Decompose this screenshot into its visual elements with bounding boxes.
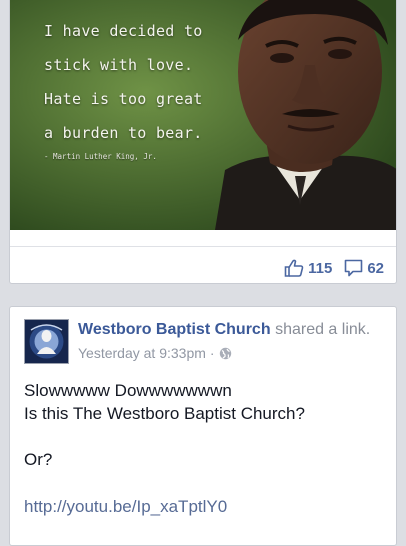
globe-icon — [219, 347, 231, 359]
like-count: 115 — [308, 259, 333, 277]
divider — [10, 246, 396, 247]
like-count-button[interactable]: 115 — [284, 259, 332, 277]
meta-separator: · — [209, 345, 215, 361]
comment-bubble-icon — [345, 259, 363, 277]
post-timestamp[interactable]: Yesterday at 9:33pm — [78, 345, 206, 361]
post-body-line: Slowwwww Dowwwwwwwn — [24, 381, 232, 400]
comment-count-button[interactable]: 62 — [344, 259, 384, 277]
shared-link[interactable]: http://youtu.be/Ip_xaTptlY0 — [24, 497, 227, 517]
post-body-line: Or? — [24, 450, 53, 469]
post-body-line: Is this The Westboro Baptist Church? — [24, 404, 305, 423]
quote-line: stick with love. — [44, 56, 194, 74]
post-action: shared a link. — [275, 321, 371, 338]
quote-photo[interactable]: I have decided to stick with love. Hate … — [10, 0, 396, 230]
post-body-line — [24, 425, 305, 448]
post-body: Slowwwww Dowwwwwwwn Is this The Westboro… — [24, 379, 305, 471]
quote-text: I have decided to stick with love. Hate … — [44, 14, 244, 150]
quote-line: a burden to bear. — [44, 124, 203, 142]
engagement-stats: 115 62 — [284, 256, 384, 280]
post-header: Westboro Baptist Church shared a link. — [78, 321, 370, 339]
quote-line: I have decided to — [44, 22, 203, 40]
avatar-image — [25, 320, 68, 363]
author-name[interactable]: Westboro Baptist Church — [78, 321, 271, 338]
quote-attribution: - Martin Luther King, Jr. — [44, 152, 157, 161]
quote-line: Hate is too great — [44, 90, 203, 108]
comment-count: 62 — [367, 259, 384, 277]
shared-post-card: Westboro Baptist Church shared a link. Y… — [9, 306, 397, 546]
quote-post-card: I have decided to stick with love. Hate … — [9, 0, 397, 284]
thumbs-up-icon — [284, 259, 304, 277]
page-avatar[interactable] — [24, 319, 69, 364]
post-meta: Yesterday at 9:33pm · — [78, 345, 232, 361]
